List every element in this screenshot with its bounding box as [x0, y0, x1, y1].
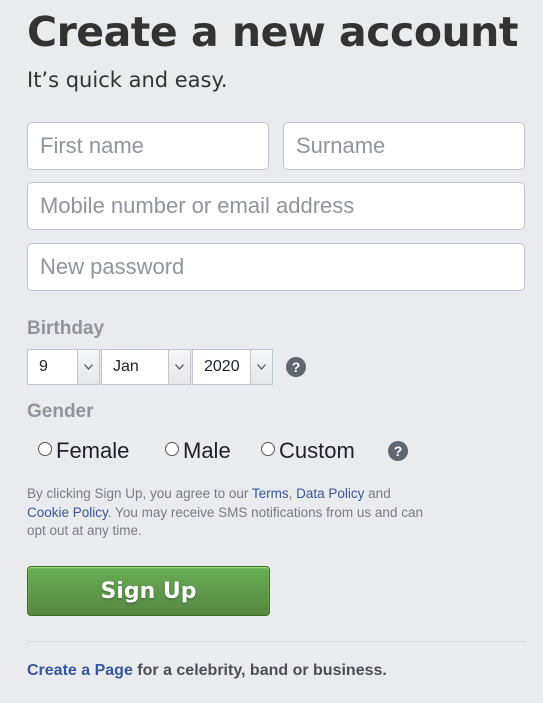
mobile-or-email-input[interactable] — [27, 182, 525, 230]
chevron-down-icon — [77, 350, 99, 384]
birthday-day-select[interactable]: 9 — [27, 349, 100, 385]
gender-male-label: Male — [183, 438, 231, 463]
page-subtitle: It’s quick and easy. — [27, 68, 228, 92]
new-password-input[interactable] — [27, 243, 525, 291]
terms-link[interactable]: Terms — [252, 486, 289, 501]
birthday-year-value: 2020 — [204, 358, 240, 375]
page-title: Create a new account — [27, 8, 518, 56]
birthday-help-icon[interactable]: ? — [286, 357, 306, 377]
birthday-month-value: Jan — [113, 358, 139, 375]
create-page-link[interactable]: Create a Page — [27, 662, 133, 679]
terms-and: and — [364, 486, 391, 501]
terms-notice: By clicking Sign Up, you agree to our Te… — [27, 485, 427, 541]
birthday-day-value: 9 — [39, 358, 48, 375]
divider — [27, 641, 527, 642]
birthday-month-select[interactable]: Jan — [101, 349, 191, 385]
surname-input[interactable] — [283, 122, 525, 170]
data-policy-link[interactable]: Data Policy — [296, 486, 364, 501]
birthday-year-select[interactable]: 2020 — [192, 349, 273, 385]
gender-custom-label: Custom — [279, 438, 355, 463]
create-page-suffix: for a celebrity, band or business. — [132, 662, 387, 679]
radio-icon[interactable] — [165, 442, 179, 456]
gender-option-female[interactable]: Female — [38, 438, 129, 464]
chevron-down-icon — [250, 350, 272, 384]
gender-option-custom[interactable]: Custom — [261, 438, 355, 464]
sign-up-button[interactable]: Sign Up — [27, 566, 270, 616]
radio-icon[interactable] — [261, 442, 275, 456]
radio-icon[interactable] — [38, 442, 52, 456]
create-page-text: Create a Page for a celebrity, band or b… — [27, 662, 387, 680]
terms-prefix: By clicking Sign Up, you agree to our — [27, 486, 252, 501]
terms-separator: , — [288, 486, 297, 501]
gender-option-male[interactable]: Male — [165, 438, 231, 464]
first-name-input[interactable] — [27, 122, 269, 170]
gender-help-icon[interactable]: ? — [388, 441, 408, 461]
gender-label: Gender — [27, 401, 94, 422]
gender-female-label: Female — [56, 438, 130, 463]
birthday-label: Birthday — [27, 318, 105, 339]
chevron-down-icon — [168, 350, 190, 384]
cookie-policy-link[interactable]: Cookie Policy — [27, 505, 108, 520]
